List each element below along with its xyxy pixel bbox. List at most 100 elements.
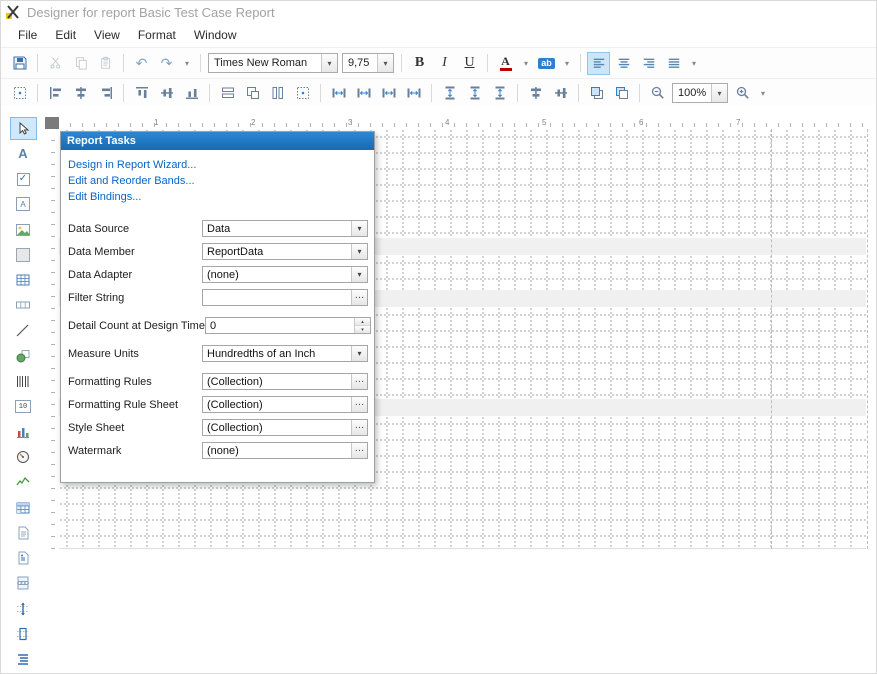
remove-horizontal-spacing-button[interactable] [402,82,425,105]
toolbox-item-cross-band-box[interactable] [10,622,37,645]
center-vertically-button[interactable] [549,82,572,105]
data-member-dropdown[interactable]: ReportData ▾ [202,243,368,260]
align-bottoms-button[interactable] [180,82,203,105]
menu-format[interactable]: Format [129,25,185,45]
link-edit-bindings[interactable]: Edit Bindings... [68,189,368,205]
toolbox-item-page-info[interactable] [10,547,37,570]
toolbox-item-panel[interactable] [10,243,37,266]
dropdown-arrow-icon[interactable]: ▾ [321,54,337,72]
toolbox-item-sparkline[interactable] [10,471,37,494]
toolbox-item-shape[interactable] [10,344,37,367]
highlight-dropdown-icon[interactable]: ▾ [560,52,574,75]
font-size-combo[interactable]: 9,75 ▾ [342,53,394,73]
italic-button[interactable]: I [433,52,456,75]
toolbar-overflow-icon[interactable]: ▾ [687,52,701,75]
align-centers-button[interactable] [69,82,92,105]
dropdown-arrow-icon[interactable]: ▾ [351,221,367,236]
toolbox-item-chart[interactable] [10,420,37,443]
ruler-origin-button[interactable] [45,117,59,129]
toolbox-item-rich-text[interactable]: A [10,193,37,216]
toolbox-item-character-comb[interactable] [10,294,37,317]
equal-horizontal-spacing-button[interactable] [327,82,350,105]
spinner-buttons[interactable]: ▴ ▾ [354,318,370,333]
align-lefts-button[interactable] [44,82,67,105]
zoom-combo[interactable]: 100% ▾ [672,83,728,103]
align-text-right-button[interactable] [637,52,660,75]
toolbox-item-check-box[interactable]: ✓ [10,168,37,191]
align-rights-button[interactable] [94,82,117,105]
toolbox-item-line[interactable] [10,319,37,342]
copy-button[interactable] [69,52,92,75]
bring-to-front-button[interactable] [585,82,608,105]
increase-vertical-spacing-button[interactable] [463,82,486,105]
toolbox-item-cross-band-line[interactable] [10,597,37,620]
font-name-combo[interactable]: Times New Roman ▾ [208,53,338,73]
dropdown-arrow-icon[interactable]: ▾ [351,244,367,259]
size-to-grid-button[interactable] [291,82,314,105]
align-text-left-button[interactable] [587,52,610,75]
ellipsis-button[interactable]: … [351,397,367,412]
zoom-dropdown-icon[interactable]: ▾ [756,82,770,105]
undo-dropdown-icon[interactable]: ▾ [180,52,194,75]
toolbox-item-pointer[interactable] [10,117,37,140]
toolbox-item-zip-code[interactable]: 10 [10,395,37,418]
toolbox-item-pivot-grid[interactable] [10,496,37,519]
data-adapter-dropdown[interactable]: (none) ▾ [202,266,368,283]
formatting-rules-field[interactable]: (Collection) … [202,373,368,390]
align-middles-button[interactable] [155,82,178,105]
zoom-in-button[interactable] [731,82,754,105]
send-to-back-button[interactable] [610,82,633,105]
toolbox-item-table[interactable] [10,269,37,292]
style-sheet-field[interactable]: (Collection) … [202,419,368,436]
font-color-dropdown-icon[interactable]: ▾ [519,52,533,75]
toolbox-item-table-of-contents[interactable] [10,648,37,671]
zoom-out-button[interactable] [646,82,669,105]
cut-button[interactable] [44,52,67,75]
highlight-button[interactable]: ab [535,52,558,75]
dropdown-arrow-icon[interactable]: ▾ [711,84,727,102]
toolbox-item-subreport[interactable] [10,521,37,544]
filter-string-field[interactable]: … [202,289,368,306]
menu-edit[interactable]: Edit [46,25,85,45]
link-design-in-report-wizard[interactable]: Design in Report Wizard... [68,157,368,173]
dropdown-arrow-icon[interactable]: ▾ [351,346,367,361]
toolbox-item-picture-box[interactable] [10,218,37,241]
dropdown-arrow-icon[interactable]: ▾ [351,267,367,282]
ellipsis-button[interactable]: … [351,443,367,458]
center-horizontally-button[interactable] [524,82,547,105]
spin-up-icon[interactable]: ▴ [355,318,370,326]
align-tops-button[interactable] [130,82,153,105]
align-text-justify-button[interactable] [662,52,685,75]
menu-file[interactable]: File [9,25,46,45]
ellipsis-button[interactable]: … [351,374,367,389]
formatting-rule-sheet-field[interactable]: (Collection) … [202,396,368,413]
make-same-size-button[interactable] [241,82,264,105]
equal-vertical-spacing-button[interactable] [438,82,461,105]
toolbox-item-bar-code[interactable] [10,370,37,393]
menu-view[interactable]: View [85,25,129,45]
increase-horizontal-spacing-button[interactable] [352,82,375,105]
save-button[interactable] [8,52,31,75]
menu-window[interactable]: Window [185,25,246,45]
redo-button[interactable]: ↷ [155,52,178,75]
dropdown-arrow-icon[interactable]: ▾ [377,54,393,72]
toolbox-item-gauge[interactable] [10,445,37,468]
align-text-center-button[interactable] [612,52,635,75]
link-edit-and-reorder-bands[interactable]: Edit and Reorder Bands... [68,173,368,189]
paste-button[interactable] [94,52,117,75]
data-source-dropdown[interactable]: Data ▾ [202,220,368,237]
ellipsis-button[interactable]: … [351,290,367,305]
font-color-button[interactable]: A [494,52,517,75]
measure-units-dropdown[interactable]: Hundredths of an Inch ▾ [202,345,368,362]
toolbox-item-page-break[interactable] [10,572,37,595]
spin-down-icon[interactable]: ▾ [355,326,370,333]
decrease-vertical-spacing-button[interactable] [488,82,511,105]
ellipsis-button[interactable]: … [351,420,367,435]
watermark-field[interactable]: (none) … [202,442,368,459]
toolbox-item-label[interactable]: A [10,142,37,165]
make-same-height-button[interactable] [266,82,289,105]
bold-button[interactable]: B [408,52,431,75]
underline-button[interactable]: U [458,52,481,75]
make-same-width-button[interactable] [216,82,239,105]
decrease-horizontal-spacing-button[interactable] [377,82,400,105]
